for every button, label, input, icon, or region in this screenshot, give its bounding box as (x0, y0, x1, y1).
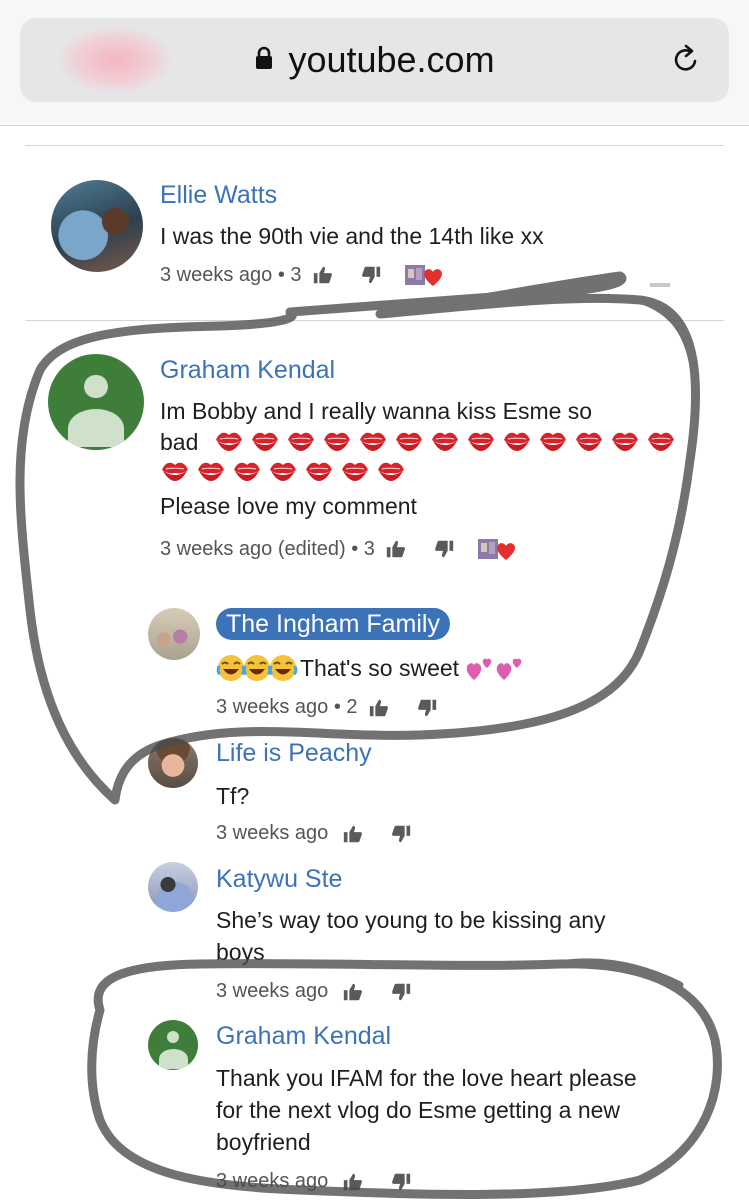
reply-author[interactable]: Graham Kendal (216, 1022, 391, 1051)
reply-text-line: for the next vlog do Esme getting a new (216, 1097, 621, 1123)
thumbs-up-icon[interactable] (368, 697, 390, 719)
kiss-mark-emoji (376, 458, 406, 484)
reload-icon[interactable] (669, 43, 703, 77)
avatar[interactable] (51, 180, 143, 272)
comment-author[interactable]: Graham Kendal (160, 356, 335, 385)
comment-author[interactable]: Ellie Watts (160, 181, 277, 210)
kiss-mark-emoji (250, 428, 280, 454)
comment-time: 3 weeks ago (216, 1170, 329, 1192)
kiss-mark-emoji (232, 458, 262, 484)
divider (25, 145, 724, 146)
kiss-mark-emoji (466, 428, 496, 454)
like-count: 3 (290, 263, 302, 286)
comment-meta: 3 weeks ago • 3 (160, 262, 444, 288)
kiss-mark-emoji (610, 428, 640, 454)
comment-text-line: Im Bobby and I really wanna kiss Esme so (160, 398, 593, 424)
comment-text: I was the 90th vie and the 14th like xx (160, 223, 544, 249)
kiss-mark-emoji (430, 428, 460, 454)
scribble-annotation (15, 271, 722, 1199)
kiss-mark-emoji (322, 428, 352, 454)
kiss-mark-emoji (358, 428, 388, 454)
kiss-mark-emoji (646, 428, 676, 454)
kiss-mark-emoji (574, 428, 604, 454)
reply-text: That's so sweet (216, 652, 525, 684)
like-count: 3 (363, 537, 375, 560)
thumbs-up-icon[interactable] (342, 1171, 364, 1193)
kiss-mark-emoji (160, 458, 190, 484)
like-count: 2 (346, 696, 358, 718)
thumbs-down-icon[interactable] (390, 1171, 412, 1193)
kiss-mark-emoji (340, 458, 370, 484)
reply-text-line: boys (216, 939, 265, 965)
creator-heart-icon (404, 262, 444, 288)
creator-heart-icon (477, 536, 517, 562)
kiss-mark-emoji (394, 428, 424, 454)
reply-text-line: She’s way too young to be kissing any (216, 907, 606, 933)
reply-author-badge[interactable]: The Ingham Family (216, 608, 450, 640)
comment-text-line: Please love my comment (160, 493, 417, 519)
browser-toolbar: youtube.com (0, 0, 749, 126)
tears-of-joy-emoji (268, 653, 298, 683)
kiss-mark-emoji (268, 458, 298, 484)
reply-meta: 3 weeks ago (216, 980, 412, 1003)
reply-meta: 3 weeks ago (216, 1170, 412, 1193)
avatar[interactable] (148, 608, 200, 660)
reply-author[interactable]: Life is Peachy (216, 739, 372, 768)
kiss-mark-emoji (286, 428, 316, 454)
lock-icon (256, 46, 273, 69)
kiss-emoji-row (214, 428, 676, 454)
comment-text-line: bad (160, 429, 199, 455)
comment-time: 3 weeks ago (160, 263, 273, 286)
reply-text-line: boyfriend (216, 1129, 311, 1155)
thumbs-up-icon[interactable] (385, 538, 407, 560)
kiss-emoji-row (160, 458, 406, 484)
divider (25, 320, 724, 321)
comment-time: 3 weeks ago (edited) (160, 537, 346, 560)
two-hearts-emoji (465, 654, 495, 682)
avatar[interactable] (148, 862, 198, 912)
comment-time: 3 weeks ago (216, 696, 329, 718)
comment-meta: 3 weeks ago (edited) • 3 (160, 536, 517, 562)
reply-author[interactable]: Katywu Ste (216, 865, 342, 894)
thumbs-up-icon[interactable] (342, 823, 364, 845)
default-avatar[interactable] (148, 1020, 198, 1070)
reply-text-line: Thank you IFAM for the love heart please (216, 1065, 637, 1091)
avatar[interactable] (148, 738, 198, 788)
reply-meta: 3 weeks ago • 2 (216, 696, 438, 719)
default-avatar[interactable] (48, 354, 144, 450)
comment-time: 3 weeks ago (216, 980, 329, 1002)
two-hearts-emoji (495, 654, 525, 682)
kiss-mark-emoji (196, 458, 226, 484)
kiss-mark-emoji (214, 428, 244, 454)
thumbs-down-icon[interactable] (360, 264, 382, 286)
reply-text: Tf? (216, 783, 250, 809)
thumbs-down-icon[interactable] (390, 823, 412, 845)
kiss-mark-emoji (304, 458, 334, 484)
comment-time: 3 weeks ago (216, 822, 329, 844)
thumbs-down-icon[interactable] (433, 538, 455, 560)
thumbs-down-icon[interactable] (390, 981, 412, 1003)
reply-meta: 3 weeks ago (216, 822, 412, 845)
thumbs-up-icon[interactable] (312, 264, 334, 286)
thumbs-up-icon[interactable] (342, 981, 364, 1003)
address-bar[interactable]: youtube.com (20, 18, 729, 102)
url-text: youtube.com (288, 39, 495, 80)
kiss-mark-emoji (538, 428, 568, 454)
thumbs-down-icon[interactable] (416, 697, 438, 719)
kiss-mark-emoji (502, 428, 532, 454)
